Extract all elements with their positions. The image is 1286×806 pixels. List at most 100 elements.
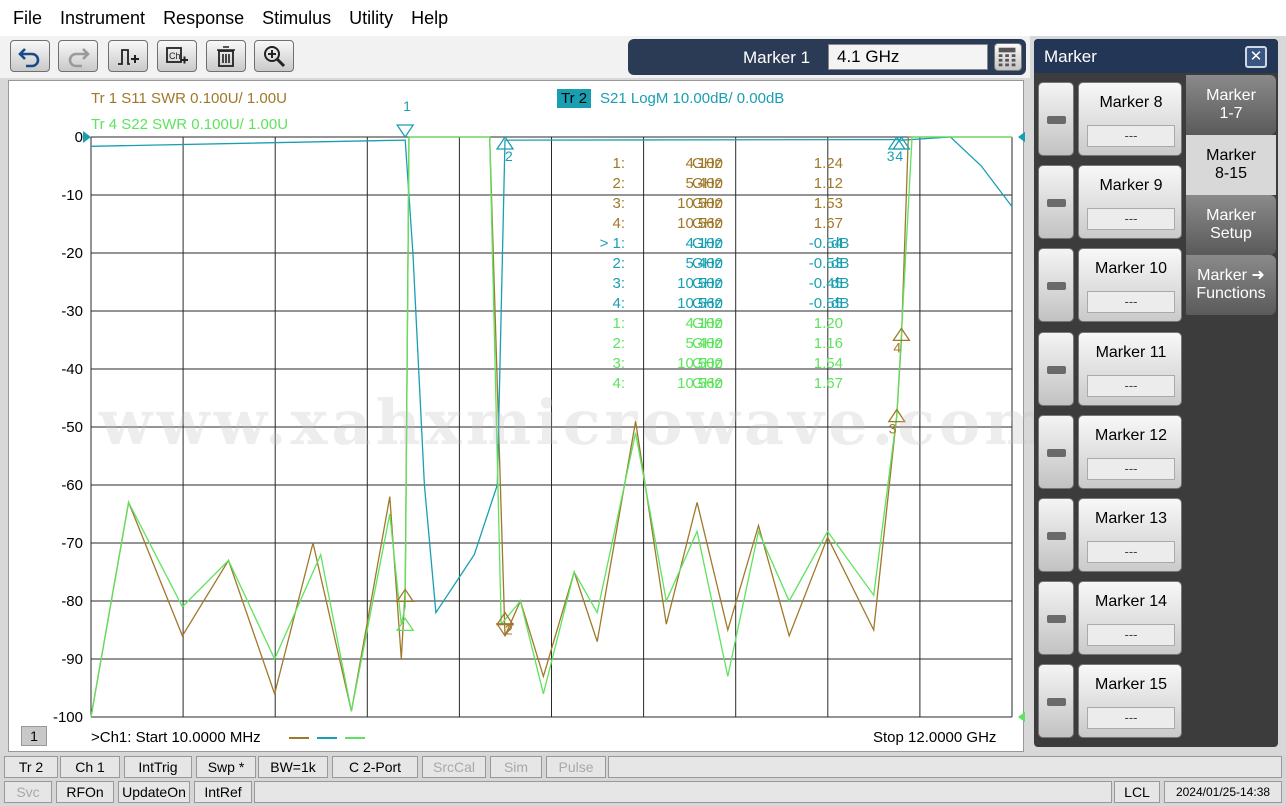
stop-frequency[interactable]: Stop 12.0000 GHz <box>873 729 996 746</box>
status-trace[interactable]: Tr 2 <box>4 756 58 778</box>
status-rf-on[interactable]: RFOn <box>56 781 114 803</box>
marker-button[interactable]: Marker 8 --- <box>1078 82 1182 156</box>
marker-unit: GHz <box>692 155 722 172</box>
status-int-ref[interactable]: IntRef <box>194 781 252 803</box>
start-frequency[interactable]: >Ch1: Start 10.0000 MHz <box>91 729 261 746</box>
menu-bar: File Instrument Response Stimulus Utilit… <box>0 0 1286 36</box>
toggle-indicator <box>1047 365 1066 374</box>
svg-text:Ch: Ch <box>169 51 181 61</box>
trace-2-header[interactable]: S21 LogM 10.00dB/ 0.00dB <box>600 90 784 107</box>
marker-unit: GHz <box>692 215 722 232</box>
marker-number-tag: 4 <box>895 148 903 164</box>
status-update-on[interactable]: UpdateOn <box>118 781 190 803</box>
delete-icon <box>217 46 235 67</box>
status-sweep[interactable]: Swp * <box>196 756 256 778</box>
marker-unit: GHz <box>692 235 722 252</box>
marker-button[interactable]: Marker 14 --- <box>1078 581 1182 656</box>
delete-button[interactable] <box>206 40 246 72</box>
zoom-button[interactable] <box>254 40 294 72</box>
tab-marker-setup[interactable]: Marker Setup <box>1186 195 1276 255</box>
add-trace-button[interactable] <box>108 40 148 72</box>
measurement-chart[interactable]: 1234234 www.xahxmicrowave.com Tr 1 S11 S… <box>8 80 1050 752</box>
marker-toggle-button[interactable] <box>1038 331 1074 406</box>
status-channel[interactable]: Ch 1 <box>60 756 120 778</box>
trace-2-tag[interactable]: Tr 2 <box>557 89 592 108</box>
marker-button[interactable]: Marker 15 --- <box>1078 664 1182 739</box>
y-tick-label: -90 <box>61 651 83 668</box>
tab-marker-8-15[interactable]: Marker 8-15 <box>1186 135 1276 195</box>
marker-unit: GHz <box>692 355 722 372</box>
channel-number[interactable]: 1 <box>21 726 47 746</box>
marker-button[interactable]: Marker 13 --- <box>1078 498 1182 572</box>
marker-toggle-button[interactable] <box>1038 664 1074 739</box>
marker-index: 2: <box>612 335 625 352</box>
status-sim[interactable]: Sim <box>490 756 542 778</box>
marker-toggle-button[interactable] <box>1038 581 1074 656</box>
menu-instrument[interactable]: Instrument <box>51 0 154 36</box>
marker-unit: GHz <box>692 275 722 292</box>
marker-button-value: --- <box>1087 457 1175 480</box>
toggle-indicator <box>1047 282 1066 291</box>
status-calibration[interactable]: C 2-Port <box>332 756 418 778</box>
marker-toggle-button[interactable] <box>1038 82 1074 156</box>
marker-button-label: Marker 8 <box>1099 94 1163 111</box>
add-channel-button[interactable]: Ch <box>157 40 197 72</box>
menu-response[interactable]: Response <box>154 0 253 36</box>
undo-button[interactable] <box>10 40 50 72</box>
status-local[interactable]: LCL <box>1114 781 1160 803</box>
marker-button[interactable]: Marker 9 --- <box>1078 165 1182 240</box>
marker-number-tag: 4 <box>893 339 901 355</box>
status-service[interactable]: Svc <box>4 781 52 803</box>
marker-unit: GHz <box>692 315 722 332</box>
undo-icon <box>18 48 40 68</box>
marker-index: > 1: <box>599 235 625 252</box>
marker-button-label: Marker 11 <box>1095 343 1167 361</box>
marker-button-label: Marker 14 <box>1094 593 1168 611</box>
marker-button-label: Marker 12 <box>1094 426 1168 444</box>
marker-toggle-button[interactable] <box>1038 165 1074 240</box>
marker-value-unit: dB <box>831 295 850 312</box>
status-spacer <box>608 756 1282 778</box>
y-tick-label: 0 <box>74 129 83 146</box>
marker-button[interactable]: Marker 10 --- <box>1078 248 1182 323</box>
menu-utility[interactable]: Utility <box>340 0 402 36</box>
marker-unit: GHz <box>692 195 722 212</box>
tab-marker-1-7[interactable]: Marker 1-7 <box>1186 75 1276 135</box>
marker-value: 1.54 <box>813 355 843 372</box>
status-pulse[interactable]: Pulse <box>546 756 606 778</box>
marker-row: Marker 10 --- <box>1038 248 1186 324</box>
marker-button[interactable]: Marker 11 --- <box>1078 331 1182 406</box>
marker-frequency-input[interactable]: 4.1 GHz <box>828 44 988 70</box>
tab-marker-functions[interactable]: Marker ➜ Functions <box>1186 255 1276 315</box>
marker-button-value: --- <box>1087 125 1175 147</box>
y-tick-label: -70 <box>61 535 83 552</box>
reference-arrow-right <box>1018 131 1025 143</box>
marker-toggle-button[interactable] <box>1038 498 1074 572</box>
marker-index: 4: <box>612 295 625 312</box>
status-trigger[interactable]: IntTrig <box>124 756 192 778</box>
redo-button[interactable] <box>58 40 98 72</box>
marker-toggle-button[interactable] <box>1038 248 1074 323</box>
toggle-indicator <box>1047 116 1066 124</box>
marker-number-tag: 2 <box>505 148 513 164</box>
marker-row: Marker 8 --- <box>1038 82 1186 158</box>
status-bandwidth[interactable]: BW=1k <box>258 756 328 778</box>
reference-arrow-left <box>83 131 91 143</box>
close-button[interactable]: ✕ <box>1245 46 1267 68</box>
keypad-button[interactable] <box>994 43 1022 71</box>
y-tick-label: -60 <box>61 477 83 494</box>
trace-4-header[interactable]: Tr 4 S22 SWR 0.100U/ 1.00U <box>91 116 288 133</box>
marker-button[interactable]: Marker 12 --- <box>1078 414 1182 489</box>
trace-1-header[interactable]: Tr 1 S11 SWR 0.100U/ 1.00U <box>91 90 287 107</box>
menu-stimulus[interactable]: Stimulus <box>253 0 340 36</box>
marker-row: Marker 9 --- <box>1038 165 1186 241</box>
marker-toggle-button[interactable] <box>1038 414 1074 489</box>
toggle-indicator <box>1047 698 1066 707</box>
status-srccal[interactable]: SrcCal <box>422 756 486 778</box>
menu-help[interactable]: Help <box>402 0 457 36</box>
marker-index: 1: <box>612 315 625 332</box>
marker-index: 3: <box>612 355 625 372</box>
menu-file[interactable]: File <box>4 0 51 36</box>
marker-entry-bar: Marker 1 4.1 GHz <box>628 39 1026 75</box>
marker-index: 3: <box>612 275 625 292</box>
